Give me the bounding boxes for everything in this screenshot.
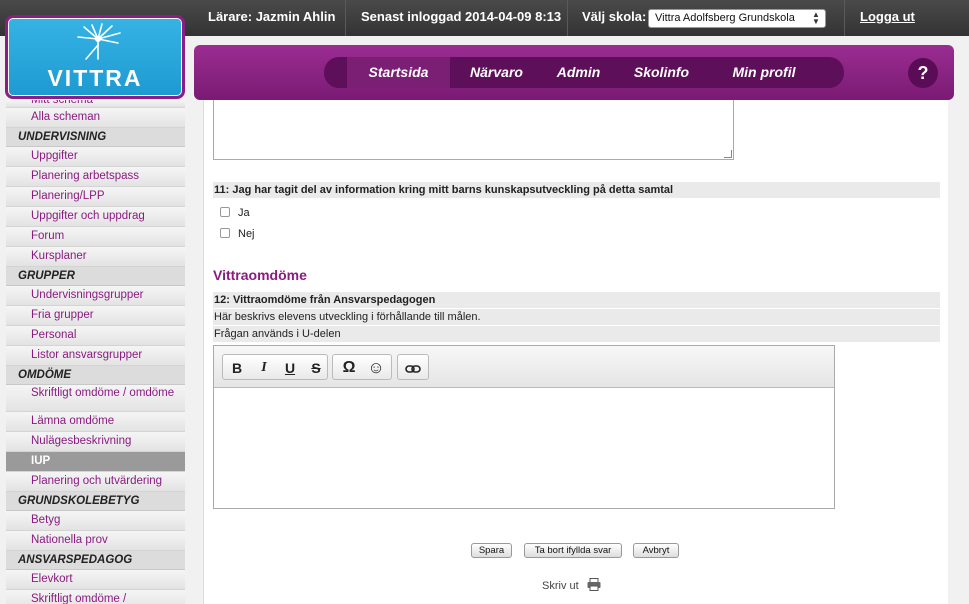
strikethrough-button[interactable]: S bbox=[305, 358, 327, 378]
school-select[interactable]: Vittra Adolfsberg Grundskola ▲ ▼ bbox=[648, 9, 826, 28]
dandelion-icon bbox=[77, 23, 121, 60]
question-12-header: 12: Vittraomdöme från Ansvarspedagogen bbox=[213, 292, 940, 308]
checkbox-nej[interactable] bbox=[220, 228, 230, 238]
sidebar-item-betyg[interactable]: Betyg bbox=[6, 511, 185, 531]
sidebar-item-mitt-schema[interactable]: Mitt schema bbox=[6, 100, 185, 108]
link-button[interactable] bbox=[402, 358, 424, 378]
smiley-button[interactable]: ☺ bbox=[365, 358, 387, 378]
logout-cell: Logga ut bbox=[844, 0, 969, 36]
select-arrows-icon: ▲ ▼ bbox=[812, 10, 820, 26]
help-button[interactable]: ? bbox=[908, 58, 938, 88]
link-group bbox=[397, 354, 429, 380]
print-label: Skriv ut bbox=[542, 580, 579, 592]
logo-text: VITTRA bbox=[47, 65, 143, 91]
last-login: Senast inloggad 2014-04-09 8:13 bbox=[345, 0, 567, 36]
sidebar-item-planering-och-utvardering[interactable]: Planering och utvärdering bbox=[6, 472, 185, 492]
question-11-text: Jag har tagit del av information kring m… bbox=[232, 184, 674, 196]
rich-text-editor[interactable]: B I U S Ω ☺ bbox=[213, 345, 835, 509]
tab-min-profil[interactable]: Min profil bbox=[714, 57, 814, 88]
question-12-note: Frågan används i U-delen bbox=[213, 326, 940, 342]
question-11-number: 11: bbox=[214, 184, 230, 196]
option-ja[interactable]: Ja bbox=[220, 206, 250, 220]
sidebar-heading-omdome: OMDÖME bbox=[6, 366, 185, 385]
sidebar-item-personal[interactable]: Personal bbox=[6, 326, 185, 346]
sidebar-heading-grupper: GRUPPER bbox=[6, 267, 185, 286]
question-11-header: 11: Jag har tagit del av information kri… bbox=[213, 182, 940, 198]
sidebar-item-kursplaner[interactable]: Kursplaner bbox=[6, 247, 185, 267]
clear-answers-button[interactable]: Ta bort ifyllda svar bbox=[524, 543, 622, 558]
tab-skolinfo[interactable]: Skolinfo bbox=[619, 57, 704, 88]
question-12-text: Vittraomdöme från Ansvarspedagogen bbox=[232, 294, 436, 306]
sidebar-item-uppgifter[interactable]: Uppgifter bbox=[6, 147, 185, 167]
checkbox-ja[interactable] bbox=[220, 207, 230, 217]
underline-button[interactable]: U bbox=[279, 358, 301, 378]
option-ja-label: Ja bbox=[238, 207, 250, 219]
tab-startsida[interactable]: Startsida bbox=[347, 57, 450, 88]
main-nav: Startsida Närvaro Admin Skolinfo Min pro… bbox=[194, 45, 954, 100]
sidebar: Mitt schema Alla scheman UNDERVISNING Up… bbox=[6, 100, 185, 604]
sidebar-item-listor-ansvarsgrupper[interactable]: Listor ansvarsgrupper bbox=[6, 346, 185, 366]
sidebar-item-uppgifter-och-uppdrag[interactable]: Uppgifter och uppdrag bbox=[6, 207, 185, 227]
main-content: 11: Jag har tagit del av information kri… bbox=[203, 100, 948, 604]
printer-icon bbox=[587, 578, 601, 591]
question-12-description: Här beskrivs elevens utveckling i förhål… bbox=[213, 309, 940, 325]
sidebar-item-skriftligt-omdome[interactable]: Skriftligt omdöme / omdöme bbox=[6, 385, 185, 412]
editor-toolbar: B I U S Ω ☺ bbox=[214, 346, 834, 388]
sidebar-heading-undervisning: UNDERVISNING bbox=[6, 128, 185, 147]
previous-answer-textarea[interactable] bbox=[213, 100, 734, 160]
sidebar-item-planering-arbetspass[interactable]: Planering arbetspass bbox=[6, 167, 185, 187]
form-buttons: Spara Ta bort ifyllda svar Avbryt bbox=[204, 543, 949, 559]
sidebar-item-nulagesbeskrivning[interactable]: Nulägesbeskrivning bbox=[6, 432, 185, 452]
sidebar-item-nationella-prov[interactable]: Nationella prov bbox=[6, 531, 185, 551]
option-nej-label: Nej bbox=[238, 228, 255, 240]
insert-group: Ω ☺ bbox=[332, 354, 392, 380]
vittra-logo[interactable]: VITTRA bbox=[5, 15, 185, 99]
school-select-value: Vittra Adolfsberg Grundskola bbox=[655, 12, 795, 24]
question-12-number: 12: bbox=[214, 294, 230, 306]
bold-button[interactable]: B bbox=[226, 358, 248, 378]
cancel-button[interactable]: Avbryt bbox=[633, 543, 679, 558]
sidebar-item-alla-scheman[interactable]: Alla scheman bbox=[6, 108, 185, 128]
sidebar-item-fria-grupper[interactable]: Fria grupper bbox=[6, 306, 185, 326]
sidebar-item-elevkort[interactable]: Elevkort bbox=[6, 570, 185, 590]
sidebar-item-undervisningsgrupper[interactable]: Undervisningsgrupper bbox=[6, 286, 185, 306]
save-button[interactable]: Spara bbox=[471, 543, 512, 558]
sidebar-item-forum[interactable]: Forum bbox=[6, 227, 185, 247]
sidebar-item-iup[interactable]: IUP bbox=[6, 452, 185, 472]
option-nej[interactable]: Nej bbox=[220, 227, 255, 241]
format-group: B I U S bbox=[222, 354, 328, 380]
sidebar-heading-ansvarspedagog: ANSVARSPEDAGOG bbox=[6, 551, 185, 570]
sidebar-item-skriftligt-omdome-2[interactable]: Skriftligt omdöme / bbox=[6, 590, 185, 604]
resize-handle-icon[interactable] bbox=[724, 150, 732, 158]
teacher-name: Lärare: Jazmin Ahlin bbox=[208, 9, 336, 24]
sidebar-heading-grundskolebetyg: GRUNDSKOLEBETYG bbox=[6, 492, 185, 511]
link-icon bbox=[405, 365, 421, 374]
special-character-button[interactable]: Ω bbox=[338, 358, 360, 378]
section-title: Vittraomdöme bbox=[213, 267, 307, 283]
tab-narvaro[interactable]: Närvaro bbox=[454, 57, 539, 88]
italic-button[interactable]: I bbox=[253, 358, 275, 378]
sidebar-item-lamna-omdome[interactable]: Lämna omdöme bbox=[6, 412, 185, 432]
print-link[interactable]: Skriv ut bbox=[542, 578, 601, 592]
logout-link[interactable]: Logga ut bbox=[860, 9, 915, 24]
sidebar-item-planering-lpp[interactable]: Planering/LPP bbox=[6, 187, 185, 207]
tab-admin[interactable]: Admin bbox=[541, 57, 616, 88]
